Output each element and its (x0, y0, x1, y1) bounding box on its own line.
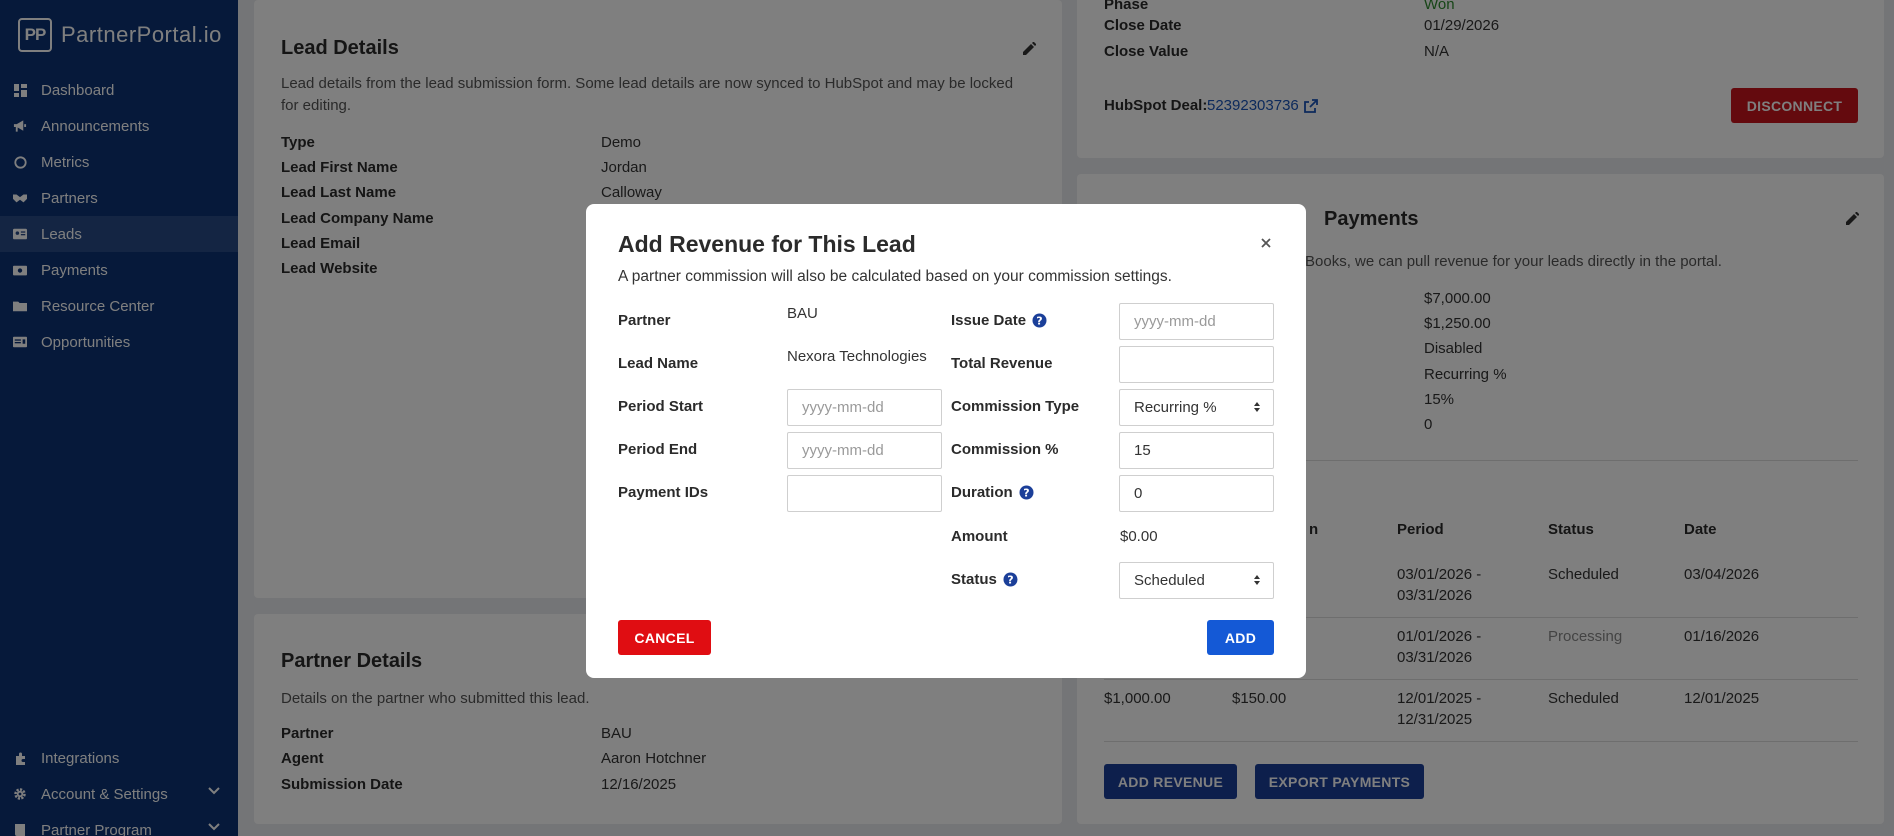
period-start-label: Period Start (618, 398, 704, 415)
svg-text:?: ? (1036, 315, 1042, 328)
issue-date-label: Issue Date ? (951, 312, 1047, 329)
modal-subtitle: A partner commission will also be calcul… (618, 268, 1172, 285)
status-select[interactable]: Scheduled (1119, 562, 1274, 599)
period-start-input[interactable]: yyyy-mm-dd (787, 389, 942, 426)
commission-type-select[interactable]: Recurring % (1119, 389, 1274, 426)
commission-type-label: Commission Type (951, 398, 1080, 415)
close-icon[interactable] (1258, 235, 1274, 251)
period-end-label: Period End (618, 441, 698, 458)
duration-input[interactable]: 0 (1119, 475, 1274, 512)
partner-label: Partner (618, 312, 671, 329)
question-circle-icon[interactable]: ? (1003, 572, 1018, 587)
select-arrows-icon (1254, 402, 1260, 412)
lead-name-value: Nexora Technologies (787, 348, 927, 365)
status-label: Status ? (951, 571, 1018, 588)
lead-name-label: Lead Name (618, 355, 699, 372)
amount-label: Amount (951, 528, 1008, 545)
commission-pct-input[interactable]: 15 (1119, 432, 1274, 469)
duration-label: Duration ? (951, 484, 1034, 501)
total-revenue-label: Total Revenue (951, 355, 1053, 372)
partner-value: BAU (787, 305, 818, 322)
payment-ids-label: Payment IDs (618, 484, 709, 501)
select-arrows-icon (1254, 575, 1260, 585)
svg-text:?: ? (1023, 487, 1029, 500)
commission-pct-label: Commission % (951, 441, 1059, 458)
modal-title: Add Revenue for This Lead (618, 231, 916, 257)
period-end-input[interactable]: yyyy-mm-dd (787, 432, 942, 469)
add-button[interactable]: ADD (1207, 620, 1274, 655)
add-revenue-modal: Add Revenue for This Lead A partner comm… (586, 204, 1306, 678)
question-circle-icon[interactable]: ? (1032, 313, 1047, 328)
cancel-button[interactable]: CANCEL (618, 620, 711, 655)
total-revenue-input[interactable] (1119, 346, 1274, 383)
amount-value: $0.00 (1120, 528, 1158, 545)
svg-text:?: ? (1007, 574, 1013, 587)
question-circle-icon[interactable]: ? (1019, 485, 1034, 500)
issue-date-input[interactable]: yyyy-mm-dd (1119, 303, 1274, 340)
payment-ids-input[interactable] (787, 475, 942, 512)
